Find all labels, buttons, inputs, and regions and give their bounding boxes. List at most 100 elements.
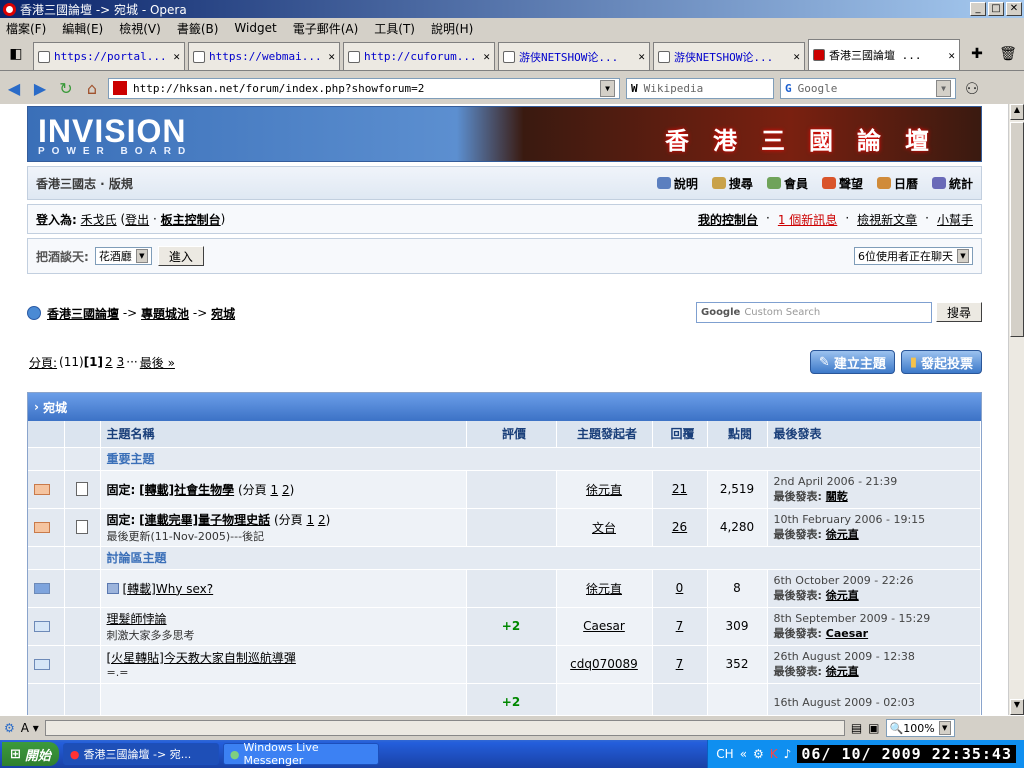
tab-cuforum[interactable]: http://cuforum... ✕ [343,42,495,70]
tab-portal[interactable]: https://portal... ✕ [33,42,185,70]
breadcrumb-category[interactable]: 專題城池 [141,305,189,322]
menu-view[interactable]: 檢視(V) [119,20,161,37]
tab-close-icon[interactable]: ✕ [793,50,800,63]
topic-replies-link[interactable]: 0 [676,581,684,595]
topic-page-2[interactable]: 2 [282,483,290,497]
topic-title-link[interactable]: [火星轉貼]今天教大家自制巡航導彈 [107,651,296,665]
trash-icon[interactable]: 🗑 [994,43,1022,65]
font-icon[interactable]: A ▾ [21,721,39,735]
tab-hksan[interactable]: 香港三國論壇 ... ✕ [808,39,960,70]
close-button[interactable]: ✕ [1006,2,1022,16]
new-messages-link[interactable]: 1 個新訊息 [778,211,837,228]
breadcrumb-forum[interactable]: 宛城 [211,305,235,322]
tab-close-icon[interactable]: ✕ [328,50,335,63]
menu-widget[interactable]: Widget [234,21,276,35]
menu-help[interactable]: 說明(H) [431,20,473,37]
stats-link[interactable]: 統計 [931,175,973,192]
chevron-down-icon[interactable]: ▼ [600,79,615,97]
topic-title-link[interactable]: 理髮師悖論 [107,612,167,626]
topic-title-link[interactable]: [轉載]社會生物學 [139,483,234,497]
panel-icon[interactable]: ▤ [851,721,862,735]
chat-enter-button[interactable]: 進入 [157,246,204,266]
task-opera[interactable]: ● 香港三國論壇 -> 宛... [62,743,219,765]
menu-edit[interactable]: 編輯(E) [62,20,103,37]
tray-expand-icon[interactable]: « [740,747,747,761]
username-link[interactable]: 禾戈氏 [81,211,117,228]
my-controls-link[interactable]: 我的控制台 [698,211,758,228]
topic-starter-link[interactable]: 徐元直 [586,582,622,596]
reload-icon[interactable]: ↻ [56,79,76,98]
maximize-button[interactable]: □ [988,2,1004,16]
col-last-post[interactable]: 最後發表 [767,421,981,447]
helper-link[interactable]: 小幫手 [937,211,973,228]
menu-bookmarks[interactable]: 書籤(B) [177,20,219,37]
reputation-link[interactable]: 聲望 [821,175,863,192]
topic-replies-link[interactable]: 21 [672,482,687,496]
menu-file[interactable]: 檔案(F) [6,20,46,37]
tab-netshow-1[interactable]: 游侠NETSHOW论... ✕ [498,42,650,70]
topic-page-1[interactable]: 1 [270,483,278,497]
window-titlebar[interactable]: 香港三國論壇 -> 宛城 - Opera _ □ ✕ [0,0,1024,18]
start-button[interactable]: ⊞ 開始 [2,742,59,766]
page-icon[interactable]: ▣ [868,721,879,735]
task-messenger[interactable]: ● Windows Live Messenger [222,741,379,767]
tab-webmail[interactable]: https://webmai... ✕ [188,42,340,70]
pager-page-2[interactable]: 2 [105,355,113,369]
tab-close-icon[interactable]: ✕ [173,50,180,63]
zoom-select[interactable]: 🔍 100% ▼ [885,719,955,737]
topic-starter-link[interactable]: cdq070089 [570,657,638,671]
forward-icon[interactable]: ▶ [30,79,50,98]
scroll-down-icon[interactable]: ▼ [1010,699,1024,715]
horizontal-scrollbar[interactable] [44,720,845,736]
breadcrumb-home[interactable]: 香港三國論壇 [47,305,119,322]
calendar-link[interactable]: 日曆 [876,175,918,192]
col-replies[interactable]: 回覆 [652,421,708,447]
topic-title-link[interactable]: [轉載]Why sex? [123,582,214,596]
address-input[interactable]: http://hksan.net/forum/index.php?showfor… [108,77,620,99]
logout-link[interactable]: 登出 [125,211,149,228]
topic-starter-link[interactable]: 徐元直 [586,483,622,497]
chat-room-select[interactable]: 花酒廳 ▼ [94,247,152,265]
antivirus-icon[interactable]: K [770,747,778,761]
last-poster-link[interactable]: 徐元直 [826,665,859,678]
last-poster-link[interactable]: 關乾 [826,490,848,503]
menu-mail[interactable]: 電子郵件(A) [293,20,359,37]
new-topic-button[interactable]: ✎ 建立主題 [809,350,895,374]
chat-users-select[interactable]: 6位使用者正在聊天 ▼ [854,247,973,265]
home-icon[interactable]: ⌂ [82,79,102,98]
topic-replies-link[interactable]: 7 [676,619,684,633]
scroll-up-icon[interactable]: ▲ [1010,104,1024,120]
topic-starter-link[interactable]: Caesar [583,619,625,633]
topic-title-link[interactable]: [連載完畢]量子物理史話 [139,513,270,527]
tab-close-icon[interactable]: ✕ [483,50,490,63]
modcp-link[interactable]: 板主控制台 [161,211,221,228]
new-poll-button[interactable]: ▮ 發起投票 [900,350,982,374]
last-poster-link[interactable]: 徐元直 [826,528,859,541]
minimize-button[interactable]: _ [970,2,986,16]
col-views[interactable]: 點閱 [707,421,768,447]
topic-page-1[interactable]: 1 [306,513,314,527]
col-starter[interactable]: 主題發起者 [556,421,653,447]
new-tab-icon[interactable]: ✚ [963,43,991,65]
network-icon[interactable]: ⚙ [753,747,764,761]
pager-label[interactable]: 分頁: [29,354,57,371]
topic-replies-link[interactable]: 26 [672,520,687,534]
custom-search-input[interactable]: Google Custom Search [695,302,932,323]
topic-page-2[interactable]: 2 [318,513,326,527]
search-link[interactable]: 搜尋 [711,175,753,192]
vertical-scrollbar[interactable]: ▲ ▼ [1008,104,1024,715]
help-link[interactable]: 說明 [656,175,698,192]
google-search-input[interactable]: G Google ▼ [780,77,956,99]
panel-toggle-icon[interactable]: ◧ [2,43,30,65]
tab-close-icon[interactable]: ✕ [948,49,955,62]
last-poster-link[interactable]: 徐元直 [826,589,859,602]
tab-close-icon[interactable]: ✕ [638,50,645,63]
topic-replies-link[interactable]: 7 [676,657,684,671]
topic-starter-link[interactable]: 文台 [592,521,616,535]
last-poster-link[interactable]: Caesar [826,627,868,640]
wikipedia-search-input[interactable]: W Wikipedia [626,77,774,99]
back-icon[interactable]: ◀ [4,79,24,98]
chevron-down-icon[interactable]: ▼ [936,79,951,97]
members-link[interactable]: 會員 [766,175,808,192]
binoculars-icon[interactable]: ⚇ [962,79,982,98]
